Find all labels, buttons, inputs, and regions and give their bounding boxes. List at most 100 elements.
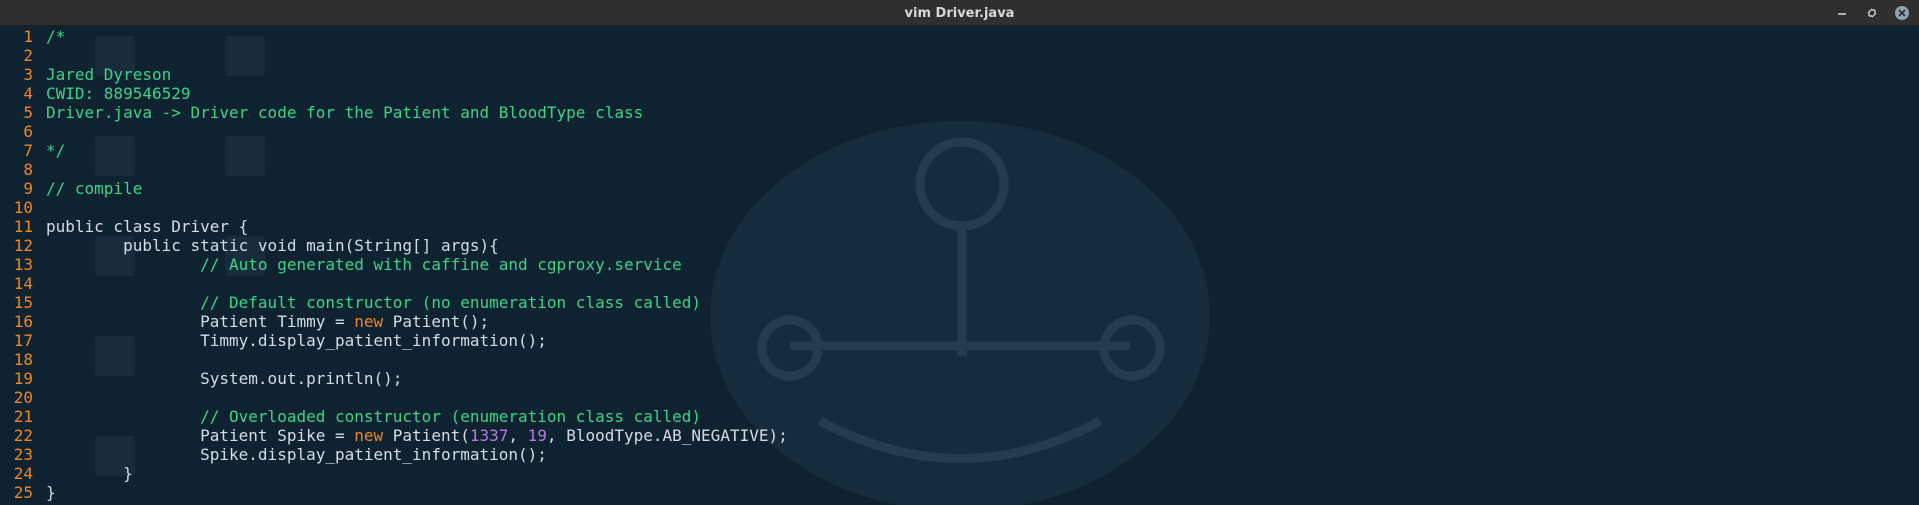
minimize-icon — [1838, 13, 1846, 15]
code-token-plain: } — [46, 483, 56, 502]
code-token-comment: Jared Dyreson — [46, 65, 172, 84]
code-token-plain: , — [508, 426, 528, 445]
code-line[interactable]: 16 Patient Timmy = new Patient(); — [0, 312, 1919, 331]
code-line[interactable]: 23 Spike.display_patient_information(); — [0, 445, 1919, 464]
line-number: 15 — [13, 293, 33, 312]
code-token-number: 19 — [527, 426, 547, 445]
code-token-plain: public class Driver { — [46, 217, 249, 236]
code-line[interactable]: 11 public class Driver { — [0, 217, 1919, 236]
code-line[interactable]: 22 Patient Spike = new Patient(1337, 19,… — [0, 426, 1919, 445]
close-button[interactable] — [1893, 4, 1911, 22]
line-number: 12 — [13, 236, 33, 255]
code-token-comment: */ — [46, 141, 66, 160]
code-line[interactable]: 15 // Default constructor (no enumeratio… — [0, 293, 1919, 312]
code-line[interactable]: 25} — [0, 483, 1919, 502]
line-number: 2 — [23, 46, 33, 65]
code-text: Spike.display_patient_information(); — [46, 445, 547, 464]
line-number: 10 — [13, 198, 33, 217]
code-text: Patient Timmy = new Patient(); — [46, 312, 489, 331]
line-number: 20 — [13, 388, 33, 407]
line-number: 19 — [13, 369, 33, 388]
code-token-comment: // Overloaded constructor (enumeration c… — [200, 407, 702, 426]
minimize-button[interactable] — [1833, 4, 1851, 22]
code-text: Patient Spike = new Patient(1337, 19, Bl… — [46, 426, 788, 445]
code-line[interactable]: 12 public static void main(String[] args… — [0, 236, 1919, 255]
code-text: CWID: 889546529 — [46, 84, 191, 103]
code-text: public static void main(String[] args){ — [46, 236, 499, 255]
line-number: 24 — [13, 464, 33, 483]
maximize-button[interactable] — [1863, 4, 1881, 22]
code-line[interactable]: 3 Jared Dyreson — [0, 65, 1919, 84]
code-line[interactable]: 1 /* — [0, 27, 1919, 46]
code-text: // compile — [46, 179, 142, 198]
code-token-plain: Spike.display_patient_information(); — [46, 445, 547, 464]
code-token-number: 1337 — [469, 426, 509, 445]
code-text: */ — [46, 141, 65, 160]
code-text: Driver.java -> Driver code for the Patie… — [46, 103, 643, 122]
line-number: 8 — [23, 160, 33, 179]
code-text: Jared Dyreson — [46, 65, 171, 84]
code-token-comment: /* — [46, 27, 66, 46]
code-text: public class Driver { — [46, 217, 248, 236]
line-number: 18 — [13, 350, 33, 369]
code-text: // Overloaded constructor (enumeration c… — [46, 407, 701, 426]
code-line[interactable]: 20 — [0, 388, 1919, 407]
vim-editor-buffer[interactable]: 1 /* 2 3 Jared Dyreson 4 CWID: 889546529 5 Drive… — [0, 27, 1919, 505]
code-line[interactable]: 5 Driver.java -> Driver code for the Pati… — [0, 103, 1919, 122]
code-token-plain: Patient( — [383, 426, 470, 445]
line-number: 3 — [23, 65, 33, 84]
code-token-plain: public static void main(String[] args){ — [46, 236, 499, 255]
code-line[interactable]: 19 System.out.println(); — [0, 369, 1919, 388]
line-number: 4 — [23, 84, 33, 103]
code-line[interactable]: 4 CWID: 889546529 — [0, 84, 1919, 103]
code-line[interactable]: 13 // Auto generated with caffine and cg… — [0, 255, 1919, 274]
window-title: vim Driver.java — [904, 6, 1015, 21]
code-text: /* — [46, 27, 65, 46]
code-line[interactable]: 10 — [0, 198, 1919, 217]
line-number: 23 — [13, 445, 33, 464]
code-text: Timmy.display_patient_information(); — [46, 331, 547, 350]
code-token-plain: Timmy.display_patient_information(); — [46, 331, 547, 350]
code-line[interactable]: 8 — [0, 160, 1919, 179]
line-number: 25 — [13, 483, 33, 502]
code-token-plain: System.out.println(); — [46, 369, 403, 388]
code-text: } — [46, 464, 133, 483]
code-line[interactable]: 24 } — [0, 464, 1919, 483]
terminal-window: vim Driver.java 1 /* 2 3 Jared Dyreson 4 CWID:… — [0, 0, 1919, 505]
line-number: 21 — [13, 407, 33, 426]
code-token-new: new — [354, 312, 384, 331]
close-icon — [1898, 9, 1906, 17]
code-token-new: new — [354, 426, 384, 445]
code-text: // Default constructor (no enumeration c… — [46, 293, 701, 312]
code-line[interactable]: 18 — [0, 350, 1919, 369]
code-text: // Auto generated with caffine and cgpro… — [46, 255, 682, 274]
code-line[interactable]: 7 */ — [0, 141, 1919, 160]
code-line[interactable]: 17 Timmy.display_patient_information(); — [0, 331, 1919, 350]
line-number: 5 — [23, 103, 33, 122]
code-token-plain: Patient(); — [383, 312, 490, 331]
code-token-comment: // compile — [46, 179, 143, 198]
line-number: 11 — [13, 217, 33, 236]
line-number: 13 — [13, 255, 33, 274]
line-number: 16 — [13, 312, 33, 331]
line-number: 7 — [23, 141, 33, 160]
restore-icon — [1867, 8, 1877, 18]
code-line[interactable]: 9 // compile — [0, 179, 1919, 198]
line-number: 6 — [23, 122, 33, 141]
code-line[interactable]: 2 — [0, 46, 1919, 65]
code-line[interactable]: 6 — [0, 122, 1919, 141]
code-token-plain: Patient Spike = — [46, 426, 355, 445]
code-line[interactable]: 14 — [0, 274, 1919, 293]
code-line[interactable]: 21 // Overloaded constructor (enumeratio… — [0, 407, 1919, 426]
title-bar[interactable]: vim Driver.java — [0, 0, 1919, 26]
code-token-plain: Patient Timmy = — [46, 312, 355, 331]
line-number: 17 — [13, 331, 33, 350]
code-token-comment: Driver.java -> Driver code for the Patie… — [46, 103, 644, 122]
line-number: 22 — [13, 426, 33, 445]
code-token-plain: } — [46, 464, 133, 483]
code-token-plain: , BloodType.AB_NEGATIVE); — [546, 426, 788, 445]
code-token-comment: CWID: 889546529 — [46, 84, 191, 103]
